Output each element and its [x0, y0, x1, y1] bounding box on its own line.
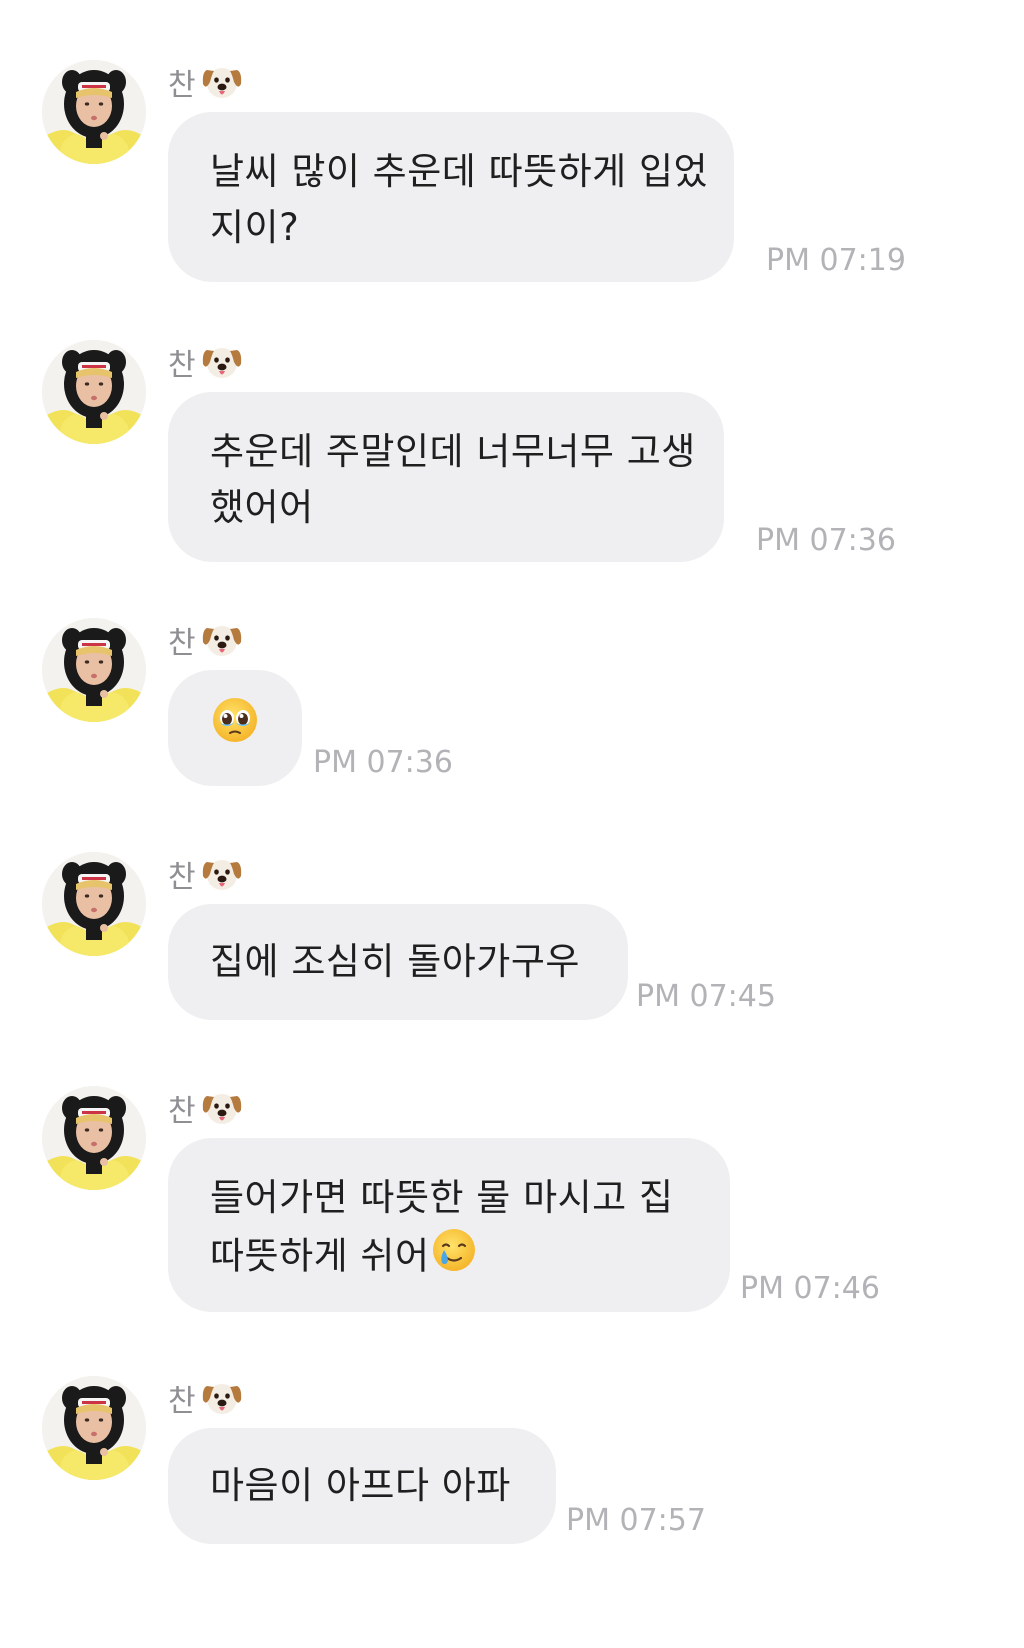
message-text-line: 집에 조심히 돌아가구우	[210, 940, 580, 983]
sender-name-text: 찬	[168, 626, 196, 661]
avatar[interactable]	[42, 60, 146, 164]
message-timestamp: PM 07:57	[566, 1503, 706, 1538]
message-bubble[interactable]: 날씨 많이 추운데 따뜻하게 입었 지이?	[168, 112, 734, 282]
avatar[interactable]	[42, 1086, 146, 1190]
dog-face-icon	[200, 854, 244, 902]
dog-face-icon	[200, 342, 244, 390]
dog-face-icon	[200, 1378, 244, 1426]
dog-face-icon	[200, 620, 244, 668]
message-text-line: 따뜻하게 쉬어	[210, 1226, 688, 1290]
avatar[interactable]	[42, 852, 146, 956]
sender-name: 찬	[168, 342, 244, 390]
sender-name: 찬	[168, 620, 244, 668]
message-bubble[interactable]	[168, 670, 302, 786]
message-text-line: 들어가면 따뜻한 물 마시고 집	[210, 1176, 674, 1219]
message-bubble[interactable]: 들어가면 따뜻한 물 마시고 집 따뜻하게 쉬어	[168, 1138, 730, 1312]
sender-name: 찬	[168, 1378, 244, 1426]
message-timestamp: PM 07:19	[766, 243, 906, 278]
message-text-segment: 따뜻하게 쉬어	[210, 1234, 430, 1278]
avatar[interactable]	[42, 618, 146, 722]
dog-face-icon	[200, 62, 244, 110]
message-timestamp: PM 07:46	[740, 1271, 880, 1306]
sender-name-text: 찬	[168, 1094, 196, 1129]
message-text-line: 추운데 주말인데 너무너무 고생	[210, 430, 696, 473]
message-text-line: 날씨 많이 추운데 따뜻하게 입었	[210, 150, 709, 193]
smiling-face-with-tear-icon	[430, 1226, 478, 1290]
sender-name-text: 찬	[168, 1384, 196, 1419]
message-timestamp: PM 07:45	[636, 979, 776, 1014]
dog-face-icon	[200, 1088, 244, 1136]
message-text-line: 지이?	[210, 206, 300, 249]
message-timestamp: PM 07:36	[756, 523, 896, 558]
sender-name: 찬	[168, 854, 244, 902]
sender-name-text: 찬	[168, 68, 196, 103]
message-bubble[interactable]: 마음이 아프다 아파	[168, 1428, 556, 1544]
pleading-face-icon	[211, 696, 259, 760]
avatar[interactable]	[42, 1376, 146, 1480]
message-text-line: 마음이 아프다 아파	[210, 1464, 511, 1507]
message-timestamp: PM 07:36	[313, 745, 453, 780]
sender-name-text: 찬	[168, 860, 196, 895]
message-bubble[interactable]: 추운데 주말인데 너무너무 고생 했어어	[168, 392, 724, 562]
message-text-line: 했어어	[210, 486, 314, 529]
message-bubble[interactable]: 집에 조심히 돌아가구우	[168, 904, 628, 1020]
chat-message-list: 찬 날씨 많이 추운데 따뜻하게 입었 지이? PM 07:19 찬 추운데 주…	[0, 0, 1024, 1648]
sender-name: 찬	[168, 1088, 244, 1136]
sender-name: 찬	[168, 62, 244, 110]
sender-name-text: 찬	[168, 348, 196, 383]
avatar[interactable]	[42, 340, 146, 444]
